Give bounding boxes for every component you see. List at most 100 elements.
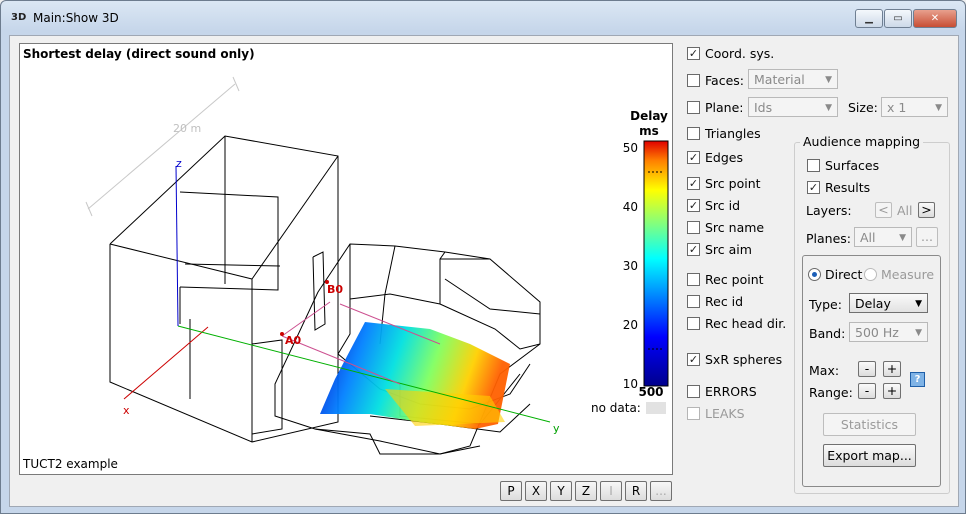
layers-prev-button[interactable]: <	[875, 202, 892, 218]
chevron-down-icon: ▼	[825, 103, 832, 113]
size-combo[interactable]: x 1 ▼	[881, 97, 948, 117]
faces-checkbox[interactable]: Faces:	[687, 73, 744, 88]
check-icon: ✓	[687, 353, 700, 366]
close-button[interactable]: ✕	[913, 9, 957, 28]
measure-radio[interactable]: Measure	[864, 267, 934, 282]
layers-next-button[interactable]: >	[918, 202, 935, 218]
view-r-button[interactable]: R	[625, 481, 647, 501]
check-icon: ✓	[687, 243, 700, 256]
source-point	[280, 332, 284, 336]
src-id-checkbox[interactable]: ✓ Src id	[687, 198, 740, 213]
title-bar[interactable]: 3D Main:Show 3D ▁ ▭ ✕	[1, 1, 965, 35]
leaks-checkbox[interactable]: LEAKS	[687, 406, 745, 421]
chevron-down-icon: ▼	[915, 299, 922, 309]
chevron-right-icon: >	[921, 202, 932, 217]
view-i-button[interactable]: I	[600, 481, 622, 501]
surfaces-checkbox[interactable]: Surfaces	[807, 158, 879, 173]
src-aim-checkbox[interactable]: ✓ Src aim	[687, 242, 752, 257]
chevron-left-icon: <	[878, 202, 889, 217]
maximize-icon: ▭	[893, 13, 903, 24]
axis-x-label: x	[123, 404, 130, 417]
3d-view[interactable]: x y z 20 m A0 B0 Shortest delay (direct …	[19, 43, 673, 475]
band-label: Band:	[809, 326, 846, 341]
view-more-button[interactable]: ...	[650, 481, 672, 501]
source-label: A0	[285, 334, 302, 347]
layers-label: Layers:	[806, 203, 852, 218]
errors-checkbox[interactable]: ERRORS	[687, 384, 757, 399]
sxr-spheres-checkbox[interactable]: ✓ SxR spheres	[687, 352, 782, 367]
legend-tick: 40	[622, 200, 638, 214]
view-title: Shortest delay (direct sound only)	[23, 47, 255, 61]
src-point-checkbox[interactable]: ✓ Src point	[687, 176, 761, 191]
triangles-checkbox[interactable]: Triangles	[687, 126, 761, 141]
legend-unit: ms	[639, 124, 659, 138]
band-combo[interactable]: 500 Hz ▼	[849, 322, 928, 342]
statistics-button[interactable]: Statistics	[823, 413, 916, 436]
faces-combo[interactable]: Material ▼	[748, 69, 838, 89]
size-label: Size:	[848, 100, 878, 115]
range-label: Range:	[809, 385, 853, 400]
view-perspective-button[interactable]: P	[500, 481, 522, 501]
planes-combo[interactable]: All ▼	[854, 227, 912, 247]
view-z-button[interactable]: Z	[575, 481, 597, 501]
legend-title: Delay	[630, 109, 668, 123]
coord-sys-checkbox[interactable]: ✓ Coord. sys.	[687, 46, 774, 61]
nodata-swatch	[646, 402, 666, 414]
scale-bar-label: 20 m	[173, 122, 201, 135]
legend-bottom-value: 500	[638, 385, 664, 399]
range-plus-button[interactable]: +	[883, 383, 901, 399]
audience-mapping-title: Audience mapping	[800, 134, 924, 149]
type-label: Type:	[809, 297, 842, 312]
max-plus-button[interactable]: +	[883, 361, 901, 377]
direct-radio[interactable]: Direct	[808, 267, 862, 282]
receiver-label: B0	[327, 283, 343, 296]
legend-tick: 50	[622, 141, 638, 155]
app-3d-icon: 3D	[11, 12, 27, 23]
rec-point-checkbox[interactable]: Rec point	[687, 272, 764, 287]
rec-id-checkbox[interactable]: Rec id	[687, 294, 743, 309]
chevron-down-icon: ▼	[899, 233, 906, 243]
type-combo[interactable]: Delay ▼	[849, 293, 928, 313]
planes-label: Planes:	[806, 231, 852, 246]
range-minus-button[interactable]: -	[858, 383, 876, 399]
planes-more-button[interactable]: ...	[916, 227, 938, 247]
legend-tick: 20	[622, 318, 638, 332]
check-icon: ✓	[687, 47, 700, 60]
plane-checkbox[interactable]: Plane:	[687, 100, 744, 115]
plane-combo[interactable]: Ids ▼	[748, 97, 838, 117]
axis-z-label: z	[176, 157, 182, 170]
minimize-icon: ▁	[865, 13, 873, 24]
window-title: Main:Show 3D	[33, 11, 119, 25]
main-window: 3D Main:Show 3D ▁ ▭ ✕ x y z 20 m A0 B0 S…	[0, 0, 966, 514]
view-buttons: P X Y Z I R ...	[500, 481, 675, 501]
3d-scene[interactable]: x y z 20 m A0 B0	[20, 44, 672, 474]
layers-value: All	[897, 203, 913, 218]
radio-selected-icon	[808, 268, 821, 281]
chevron-down-icon: ▼	[915, 328, 922, 338]
maximize-button[interactable]: ▭	[884, 9, 912, 28]
results-checkbox[interactable]: ✓ Results	[807, 180, 870, 195]
view-footer: TUCT2 example	[23, 457, 118, 471]
check-icon: ✓	[807, 181, 820, 194]
nodata-label: no data:	[591, 401, 641, 415]
check-icon: ✓	[687, 177, 700, 190]
max-minus-button[interactable]: -	[858, 361, 876, 377]
axis-y-label: y	[553, 422, 560, 435]
legend-tick: 30	[622, 259, 638, 273]
minimize-button[interactable]: ▁	[855, 9, 883, 28]
close-icon: ✕	[930, 13, 940, 24]
help-icon[interactable]: ?	[910, 372, 925, 387]
chevron-down-icon: ▼	[935, 103, 942, 113]
max-label: Max:	[809, 363, 840, 378]
view-y-button[interactable]: Y	[550, 481, 572, 501]
src-name-checkbox[interactable]: Src name	[687, 220, 764, 235]
check-icon: ✓	[687, 199, 700, 212]
legend-tick: 10	[622, 377, 638, 391]
export-map-button[interactable]: Export map...	[823, 444, 916, 467]
edges-checkbox[interactable]: ✓ Edges	[687, 150, 743, 165]
rec-head-dir-checkbox[interactable]: Rec head dir.	[687, 316, 786, 331]
check-icon: ✓	[687, 151, 700, 164]
view-x-button[interactable]: X	[525, 481, 547, 501]
chevron-down-icon: ▼	[825, 75, 832, 85]
client-area: x y z 20 m A0 B0 Shortest delay (direct …	[9, 35, 959, 507]
